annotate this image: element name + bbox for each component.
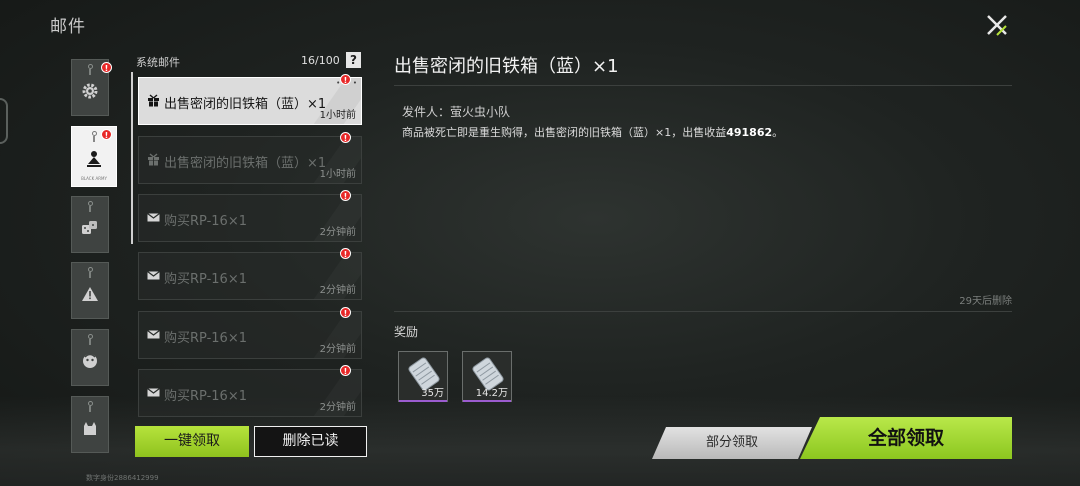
notification-badge: ! bbox=[340, 132, 351, 143]
mail-title: 出售密闭的旧铁箱（蓝）×1 bbox=[164, 156, 327, 171]
gift-icon bbox=[148, 94, 159, 107]
notification-badge: ! bbox=[340, 190, 351, 201]
mail-item[interactable]: 购买RP-16×1 2分钟前 bbox=[138, 311, 362, 359]
sender-name: 萤火虫小队 bbox=[450, 105, 511, 119]
warning-icon bbox=[82, 286, 98, 301]
mail-title: 购买RP-16×1 bbox=[164, 389, 247, 404]
delete-read-button[interactable]: 删除已读 bbox=[254, 426, 367, 457]
tag-chain bbox=[89, 206, 91, 212]
face-icon bbox=[83, 353, 97, 368]
partial-claim-button[interactable]: 部分领取 bbox=[652, 427, 812, 459]
envelope-icon bbox=[147, 388, 160, 397]
dice-icon bbox=[82, 220, 97, 234]
notification-badge: ! bbox=[340, 248, 351, 259]
help-icon[interactable]: ? bbox=[346, 52, 361, 68]
envelope-icon bbox=[147, 213, 160, 222]
notification-badge: ! bbox=[340, 365, 351, 376]
gift-icon bbox=[148, 153, 159, 166]
user-id: 数字身份2886412999 bbox=[86, 474, 159, 482]
divider bbox=[394, 85, 1012, 86]
notification-badge: ! bbox=[101, 129, 112, 140]
expire-notice: 29天后删除 bbox=[959, 296, 1012, 307]
rewards-label: 奖励 bbox=[394, 325, 419, 339]
mail-time: 2分钟前 bbox=[319, 227, 356, 238]
mail-title: 购买RP-16×1 bbox=[164, 272, 247, 287]
mail-title: 购买RP-16×1 bbox=[164, 331, 247, 346]
claim-one-button[interactable]: 一键领取 bbox=[135, 426, 249, 457]
category-tab-warning[interactable] bbox=[71, 262, 109, 319]
mail-time: 2分钟前 bbox=[319, 402, 356, 413]
mail-time: 2分钟前 bbox=[319, 285, 356, 296]
reward-item[interactable]: 35万 bbox=[398, 351, 448, 402]
mail-title: 购买RP-16×1 bbox=[164, 214, 247, 229]
sale-amount: 491862 bbox=[726, 126, 773, 139]
notification-badge: ! bbox=[340, 307, 351, 318]
page-title: 邮件 bbox=[50, 17, 86, 37]
mail-item[interactable]: 购买RP-16×1 2分钟前 bbox=[138, 252, 362, 300]
mail-item[interactable]: 出售密闭的旧铁箱（蓝）×1 1小时前 • • • bbox=[138, 77, 362, 125]
tag-fine-print: BLACK ARMY bbox=[81, 176, 107, 181]
mail-body-text: 商品被死亡即是重生购得，出售密闭的旧铁箱（蓝）×1，出售收益 bbox=[402, 126, 727, 139]
category-tab-pet[interactable] bbox=[71, 396, 109, 453]
person-icon bbox=[87, 150, 101, 167]
notification-badge: ! bbox=[340, 74, 351, 85]
sender-label: 发件人： bbox=[402, 105, 451, 119]
reward-quantity: 35万 bbox=[421, 388, 444, 399]
mail-time: 2分钟前 bbox=[319, 344, 356, 355]
close-icon[interactable] bbox=[982, 10, 1012, 40]
tag-chain bbox=[89, 69, 91, 75]
reward-quantity: 14.2万 bbox=[475, 388, 508, 399]
rarity-stripe bbox=[463, 400, 511, 402]
mail-detail-title: 出售密闭的旧铁箱（蓝）×1 bbox=[394, 56, 619, 77]
gear-icon bbox=[82, 83, 98, 98]
category-tab-character[interactable] bbox=[71, 329, 109, 386]
mail-title: 出售密闭的旧铁箱（蓝）×1 bbox=[164, 97, 327, 112]
mail-time: 1小时前 bbox=[319, 169, 356, 180]
envelope-icon bbox=[147, 271, 160, 280]
divider bbox=[394, 311, 1012, 312]
tag-chain bbox=[89, 272, 91, 278]
list-header-title: 系统邮件 bbox=[136, 56, 180, 69]
mail-body: 商品被死亡即是重生购得，出售密闭的旧铁箱（蓝）×1，出售收益491862。 bbox=[402, 124, 783, 140]
tag-chain bbox=[93, 136, 95, 142]
list-scrollbar[interactable] bbox=[131, 72, 133, 244]
tag-chain bbox=[89, 406, 91, 412]
mail-item[interactable]: 购买RP-16×1 2分钟前 bbox=[138, 194, 362, 242]
reward-item[interactable]: 14.2万 bbox=[462, 351, 512, 402]
envelope-icon bbox=[147, 330, 160, 339]
tag-chain bbox=[89, 339, 91, 345]
creature-icon bbox=[84, 421, 96, 435]
mail-count: 16/100 bbox=[301, 54, 340, 67]
rarity-stripe bbox=[399, 400, 447, 402]
mail-time: 1小时前 bbox=[319, 110, 356, 121]
sender-line: 发件人：萤火虫小队 bbox=[402, 103, 510, 120]
mail-body-end: 。 bbox=[772, 126, 784, 139]
category-tab-dice[interactable] bbox=[71, 196, 109, 253]
notification-badge: ! bbox=[101, 62, 112, 73]
claim-all-button[interactable]: 全部领取 bbox=[800, 417, 1012, 459]
mail-item[interactable]: 出售密闭的旧铁箱（蓝）×1 1小时前 bbox=[138, 136, 362, 184]
side-edge-tab[interactable] bbox=[0, 98, 8, 144]
mail-item[interactable]: 购买RP-16×1 2分钟前 bbox=[138, 369, 362, 417]
